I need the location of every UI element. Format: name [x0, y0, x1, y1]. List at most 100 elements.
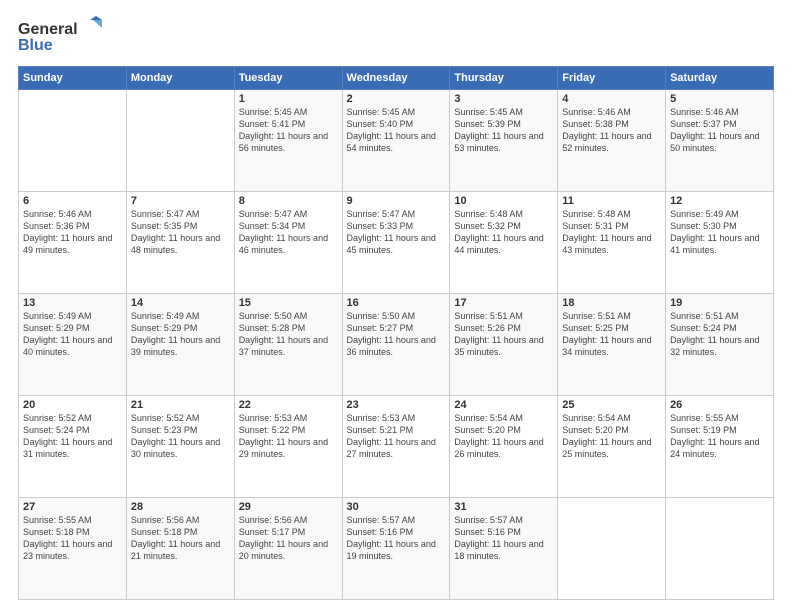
day-info: Sunrise: 5:46 AM Sunset: 5:37 PM Dayligh…	[670, 106, 769, 155]
calendar-cell: 8Sunrise: 5:47 AM Sunset: 5:34 PM Daylig…	[234, 192, 342, 294]
day-number: 27	[23, 501, 122, 513]
calendar-cell	[126, 90, 234, 192]
day-number: 24	[454, 399, 553, 411]
day-number: 20	[23, 399, 122, 411]
day-info: Sunrise: 5:49 AM Sunset: 5:29 PM Dayligh…	[131, 310, 230, 359]
calendar-cell: 31Sunrise: 5:57 AM Sunset: 5:16 PM Dayli…	[450, 498, 558, 600]
calendar-cell: 16Sunrise: 5:50 AM Sunset: 5:27 PM Dayli…	[342, 294, 450, 396]
day-header-monday: Monday	[126, 67, 234, 90]
calendar-cell: 25Sunrise: 5:54 AM Sunset: 5:20 PM Dayli…	[558, 396, 666, 498]
day-number: 12	[670, 195, 769, 207]
calendar-cell: 23Sunrise: 5:53 AM Sunset: 5:21 PM Dayli…	[342, 396, 450, 498]
calendar-header-row: SundayMondayTuesdayWednesdayThursdayFrid…	[19, 67, 774, 90]
calendar-cell: 6Sunrise: 5:46 AM Sunset: 5:36 PM Daylig…	[19, 192, 127, 294]
calendar-cell: 3Sunrise: 5:45 AM Sunset: 5:39 PM Daylig…	[450, 90, 558, 192]
day-info: Sunrise: 5:47 AM Sunset: 5:33 PM Dayligh…	[347, 208, 446, 257]
day-number: 15	[239, 297, 338, 309]
calendar-cell: 20Sunrise: 5:52 AM Sunset: 5:24 PM Dayli…	[19, 396, 127, 498]
svg-text:Blue: Blue	[18, 37, 53, 54]
week-row-4: 20Sunrise: 5:52 AM Sunset: 5:24 PM Dayli…	[19, 396, 774, 498]
day-info: Sunrise: 5:54 AM Sunset: 5:20 PM Dayligh…	[454, 412, 553, 461]
day-number: 4	[562, 93, 661, 105]
calendar-cell: 14Sunrise: 5:49 AM Sunset: 5:29 PM Dayli…	[126, 294, 234, 396]
svg-text:General: General	[18, 21, 78, 38]
day-info: Sunrise: 5:45 AM Sunset: 5:41 PM Dayligh…	[239, 106, 338, 155]
calendar-cell: 11Sunrise: 5:48 AM Sunset: 5:31 PM Dayli…	[558, 192, 666, 294]
calendar-cell	[558, 498, 666, 600]
day-info: Sunrise: 5:45 AM Sunset: 5:39 PM Dayligh…	[454, 106, 553, 155]
day-info: Sunrise: 5:45 AM Sunset: 5:40 PM Dayligh…	[347, 106, 446, 155]
logo: GeneralBlue	[18, 16, 108, 56]
calendar-cell: 12Sunrise: 5:49 AM Sunset: 5:30 PM Dayli…	[666, 192, 774, 294]
day-number: 10	[454, 195, 553, 207]
day-info: Sunrise: 5:56 AM Sunset: 5:17 PM Dayligh…	[239, 514, 338, 563]
day-info: Sunrise: 5:53 AM Sunset: 5:22 PM Dayligh…	[239, 412, 338, 461]
day-header-friday: Friday	[558, 67, 666, 90]
week-row-1: 1Sunrise: 5:45 AM Sunset: 5:41 PM Daylig…	[19, 90, 774, 192]
day-header-sunday: Sunday	[19, 67, 127, 90]
day-info: Sunrise: 5:52 AM Sunset: 5:23 PM Dayligh…	[131, 412, 230, 461]
calendar-cell: 17Sunrise: 5:51 AM Sunset: 5:26 PM Dayli…	[450, 294, 558, 396]
day-info: Sunrise: 5:50 AM Sunset: 5:27 PM Dayligh…	[347, 310, 446, 359]
day-info: Sunrise: 5:47 AM Sunset: 5:35 PM Dayligh…	[131, 208, 230, 257]
day-info: Sunrise: 5:57 AM Sunset: 5:16 PM Dayligh…	[454, 514, 553, 563]
day-info: Sunrise: 5:46 AM Sunset: 5:38 PM Dayligh…	[562, 106, 661, 155]
day-info: Sunrise: 5:55 AM Sunset: 5:18 PM Dayligh…	[23, 514, 122, 563]
day-number: 6	[23, 195, 122, 207]
day-number: 29	[239, 501, 338, 513]
calendar-table: SundayMondayTuesdayWednesdayThursdayFrid…	[18, 66, 774, 600]
day-number: 11	[562, 195, 661, 207]
calendar-cell: 22Sunrise: 5:53 AM Sunset: 5:22 PM Dayli…	[234, 396, 342, 498]
day-number: 18	[562, 297, 661, 309]
day-header-thursday: Thursday	[450, 67, 558, 90]
day-info: Sunrise: 5:55 AM Sunset: 5:19 PM Dayligh…	[670, 412, 769, 461]
calendar-cell: 2Sunrise: 5:45 AM Sunset: 5:40 PM Daylig…	[342, 90, 450, 192]
calendar-cell: 13Sunrise: 5:49 AM Sunset: 5:29 PM Dayli…	[19, 294, 127, 396]
day-info: Sunrise: 5:51 AM Sunset: 5:25 PM Dayligh…	[562, 310, 661, 359]
day-number: 7	[131, 195, 230, 207]
day-number: 22	[239, 399, 338, 411]
day-number: 19	[670, 297, 769, 309]
header: GeneralBlue	[18, 16, 774, 56]
day-number: 13	[23, 297, 122, 309]
calendar-cell: 5Sunrise: 5:46 AM Sunset: 5:37 PM Daylig…	[666, 90, 774, 192]
calendar-cell: 10Sunrise: 5:48 AM Sunset: 5:32 PM Dayli…	[450, 192, 558, 294]
day-number: 31	[454, 501, 553, 513]
day-number: 2	[347, 93, 446, 105]
logo-svg: GeneralBlue	[18, 16, 108, 56]
day-info: Sunrise: 5:48 AM Sunset: 5:31 PM Dayligh…	[562, 208, 661, 257]
day-number: 9	[347, 195, 446, 207]
day-number: 5	[670, 93, 769, 105]
calendar-cell: 9Sunrise: 5:47 AM Sunset: 5:33 PM Daylig…	[342, 192, 450, 294]
calendar-cell: 29Sunrise: 5:56 AM Sunset: 5:17 PM Dayli…	[234, 498, 342, 600]
calendar-cell: 27Sunrise: 5:55 AM Sunset: 5:18 PM Dayli…	[19, 498, 127, 600]
day-info: Sunrise: 5:46 AM Sunset: 5:36 PM Dayligh…	[23, 208, 122, 257]
day-number: 23	[347, 399, 446, 411]
day-number: 8	[239, 195, 338, 207]
day-info: Sunrise: 5:50 AM Sunset: 5:28 PM Dayligh…	[239, 310, 338, 359]
calendar-cell: 28Sunrise: 5:56 AM Sunset: 5:18 PM Dayli…	[126, 498, 234, 600]
day-header-wednesday: Wednesday	[342, 67, 450, 90]
calendar-cell: 19Sunrise: 5:51 AM Sunset: 5:24 PM Dayli…	[666, 294, 774, 396]
day-header-tuesday: Tuesday	[234, 67, 342, 90]
day-info: Sunrise: 5:49 AM Sunset: 5:29 PM Dayligh…	[23, 310, 122, 359]
day-info: Sunrise: 5:47 AM Sunset: 5:34 PM Dayligh…	[239, 208, 338, 257]
calendar-cell: 1Sunrise: 5:45 AM Sunset: 5:41 PM Daylig…	[234, 90, 342, 192]
day-info: Sunrise: 5:56 AM Sunset: 5:18 PM Dayligh…	[131, 514, 230, 563]
day-number: 3	[454, 93, 553, 105]
calendar-cell: 4Sunrise: 5:46 AM Sunset: 5:38 PM Daylig…	[558, 90, 666, 192]
day-info: Sunrise: 5:49 AM Sunset: 5:30 PM Dayligh…	[670, 208, 769, 257]
week-row-3: 13Sunrise: 5:49 AM Sunset: 5:29 PM Dayli…	[19, 294, 774, 396]
calendar-cell: 30Sunrise: 5:57 AM Sunset: 5:16 PM Dayli…	[342, 498, 450, 600]
day-number: 21	[131, 399, 230, 411]
day-info: Sunrise: 5:51 AM Sunset: 5:24 PM Dayligh…	[670, 310, 769, 359]
week-row-2: 6Sunrise: 5:46 AM Sunset: 5:36 PM Daylig…	[19, 192, 774, 294]
week-row-5: 27Sunrise: 5:55 AM Sunset: 5:18 PM Dayli…	[19, 498, 774, 600]
day-number: 1	[239, 93, 338, 105]
day-info: Sunrise: 5:57 AM Sunset: 5:16 PM Dayligh…	[347, 514, 446, 563]
calendar-cell: 21Sunrise: 5:52 AM Sunset: 5:23 PM Dayli…	[126, 396, 234, 498]
day-header-saturday: Saturday	[666, 67, 774, 90]
calendar-cell: 18Sunrise: 5:51 AM Sunset: 5:25 PM Dayli…	[558, 294, 666, 396]
calendar-cell: 7Sunrise: 5:47 AM Sunset: 5:35 PM Daylig…	[126, 192, 234, 294]
day-number: 25	[562, 399, 661, 411]
